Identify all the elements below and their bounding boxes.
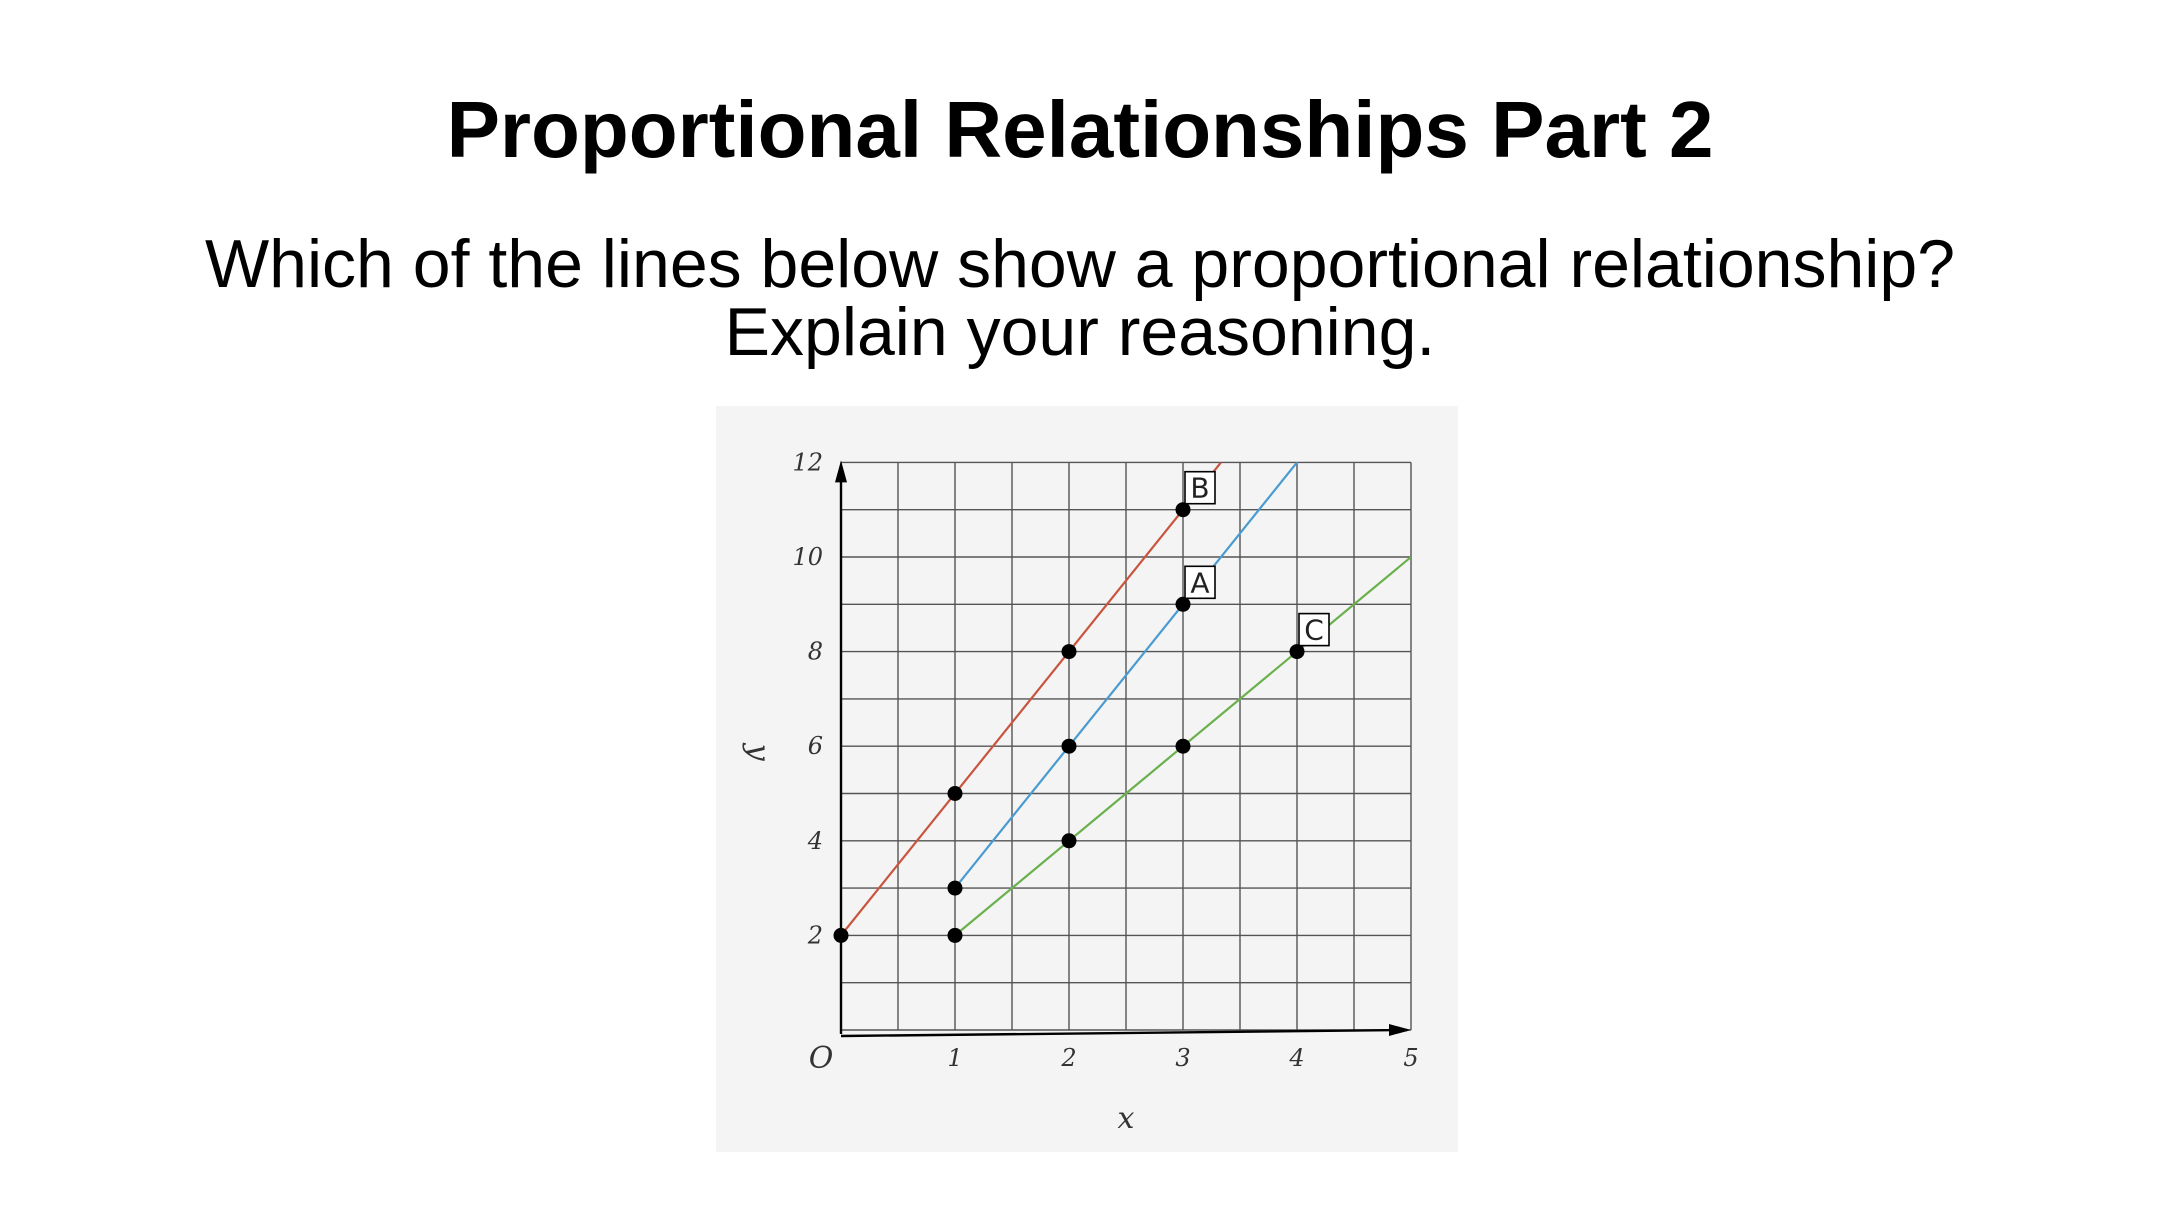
origin-label: O	[809, 1041, 834, 1076]
data-point-B	[947, 786, 963, 801]
data-point-B	[1061, 644, 1077, 660]
graph-figure: 1 2 3 4 5 2 4 6 8 10 12 Ox y B A C	[716, 406, 1458, 1152]
line-graph: 1 2 3 4 524681012OxyBAC	[741, 448, 1419, 1136]
x-axis-label: x	[1118, 1101, 1135, 1136]
y-tick-label: 12	[792, 448, 823, 476]
x-tick-label: 5	[1403, 1044, 1418, 1072]
y-tick-label: 6	[808, 732, 823, 760]
series-label-A: A	[1190, 566, 1209, 599]
question-line-2: Explain your reasoning.	[724, 294, 1436, 370]
series-label-C: C	[1304, 614, 1324, 647]
x-tick-label: 4	[1288, 1044, 1304, 1072]
series-line-A	[954, 462, 1299, 889]
data-point-C	[1061, 833, 1077, 849]
question-line-1: Which of the lines below show a proporti…	[204, 226, 1956, 302]
x-axis-arrowhead	[1389, 1024, 1411, 1036]
x-tick-label: 2	[1060, 1044, 1076, 1072]
y-tick-label: 8	[808, 638, 823, 666]
data-point-C	[1175, 738, 1191, 754]
data-point-A	[1061, 738, 1077, 754]
y-tick-label: 2	[807, 921, 823, 949]
y-axis-label: y	[741, 742, 776, 762]
slide-title: Proportional Relationships Part 2	[446, 85, 1714, 174]
question-text: Which of the lines below show a proporti…	[0, 230, 2160, 366]
y-tick-label: 4	[807, 827, 823, 855]
x-tick-label: 3	[1175, 1044, 1190, 1072]
data-point-C	[947, 927, 963, 943]
data-point-B	[833, 927, 849, 943]
data-point-A	[947, 880, 963, 896]
y-axis-arrowhead	[835, 460, 847, 483]
series-label-B: B	[1190, 472, 1209, 505]
x-tick-label: 1	[947, 1044, 962, 1072]
y-tick-label: 10	[792, 543, 823, 571]
x-axis	[840, 1028, 1408, 1038]
